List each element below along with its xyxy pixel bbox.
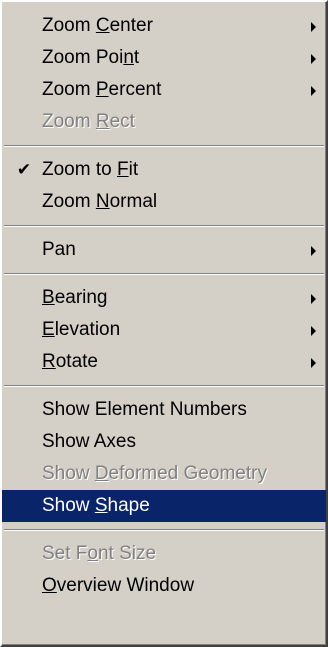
submenu-arrow-icon: [311, 54, 316, 64]
menu-item-pan[interactable]: Pan: [2, 234, 326, 266]
menu-item-label: Zoom Point: [42, 47, 140, 68]
menu-item-elevation[interactable]: Elevation: [2, 314, 326, 346]
menu-item-label: Zoom Normal: [42, 191, 158, 212]
menu-item-bearing[interactable]: Bearing: [2, 282, 326, 314]
menu-item-zoom-center[interactable]: Zoom Center: [2, 10, 326, 42]
context-menu: Zoom Center Zoom Point Zoom Percent Zoom…: [0, 0, 328, 647]
menu-item-show-axes[interactable]: Show Axes: [2, 426, 326, 458]
menu-separator: [2, 138, 326, 154]
submenu-arrow-icon: [311, 86, 316, 96]
menu-item-label: Bearing: [42, 287, 108, 308]
menu-separator: [2, 266, 326, 282]
menu-item-label: Overview Window: [42, 575, 195, 596]
menu-separator: [2, 218, 326, 234]
menu-item-label: Show Deformed Geometry: [42, 463, 267, 484]
submenu-arrow-icon: [311, 326, 316, 336]
menu-item-label: Zoom Center: [42, 15, 153, 36]
menu-item-label: Rotate: [42, 351, 98, 372]
menu-item-label: Zoom Rect: [42, 111, 135, 132]
menu-item-show-shape[interactable]: Show Shape: [2, 490, 326, 522]
menu-item-label: Zoom Percent: [42, 79, 162, 100]
menu-item-rotate[interactable]: Rotate: [2, 346, 326, 378]
menu-item-zoom-percent[interactable]: Zoom Percent: [2, 74, 326, 106]
menu-item-label: Show Element Numbers: [42, 399, 247, 420]
checkmark-icon: ✔: [16, 160, 32, 179]
menu-item-label: Set Font Size: [42, 543, 157, 564]
menu-item-zoom-normal[interactable]: Zoom Normal: [2, 186, 326, 218]
menu-item-zoom-rect: Zoom Rect: [2, 106, 326, 138]
menu-item-label: Elevation: [42, 319, 121, 340]
menu-item-label: Zoom to Fit: [42, 159, 139, 180]
submenu-arrow-icon: [311, 22, 316, 32]
menu-item-label: Show Shape: [42, 495, 150, 516]
menu-item-show-deformed-geometry: Show Deformed Geometry: [2, 458, 326, 490]
menu-item-zoom-point[interactable]: Zoom Point: [2, 42, 326, 74]
menu-item-overview-window[interactable]: Overview Window: [2, 570, 326, 602]
menu-separator: [2, 522, 326, 538]
menu-item-label: Pan: [42, 239, 76, 260]
menu-item-set-font-size: Set Font Size: [2, 538, 326, 570]
menu-separator: [2, 378, 326, 394]
menu-item-show-element-numbers[interactable]: Show Element Numbers: [2, 394, 326, 426]
menu-item-zoom-to-fit[interactable]: ✔ Zoom to Fit: [2, 154, 326, 186]
submenu-arrow-icon: [311, 246, 316, 256]
submenu-arrow-icon: [311, 358, 316, 368]
submenu-arrow-icon: [311, 294, 316, 304]
menu-item-label: Show Axes: [42, 431, 136, 452]
